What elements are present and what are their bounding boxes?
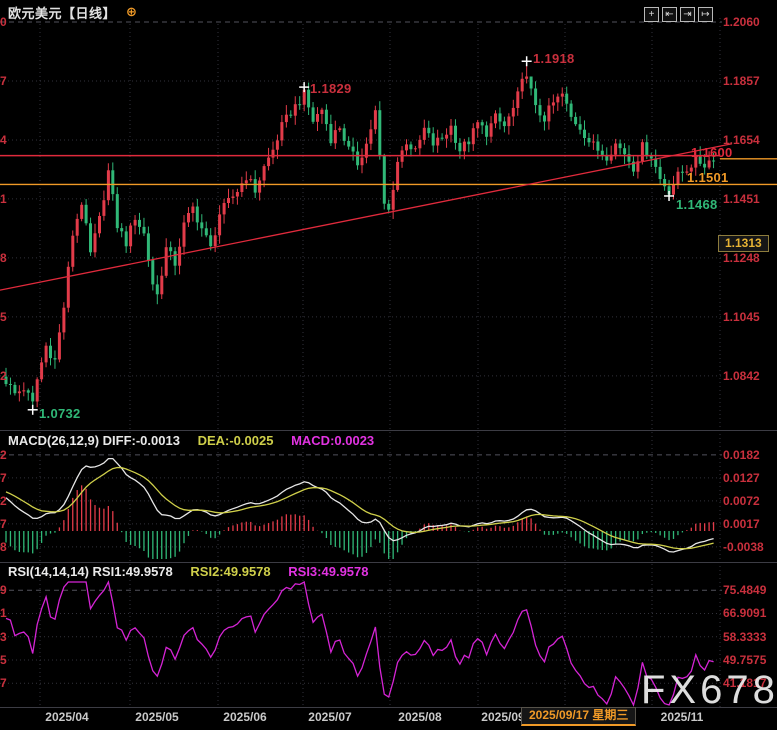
macd-diff-value: MACD(26,12,9) DIFF:-0.0013 xyxy=(8,433,180,448)
y-axis-label-clipped: 7 xyxy=(0,471,10,485)
low-annotation-1468: 1.1468 xyxy=(676,197,718,212)
y-axis-label: 0.0127 xyxy=(723,471,777,485)
rsi2-value: RSI2:49.9578 xyxy=(190,564,270,579)
chart-title: 欧元美元【日线】 xyxy=(8,3,116,22)
y-axis-label: 49.7575 xyxy=(723,653,777,667)
y-axis-label-clipped: 5 xyxy=(0,310,10,324)
expand-icon[interactable]: ⊕ xyxy=(126,4,137,20)
x-axis-label: 2025/04 xyxy=(32,710,102,724)
chart-canvas[interactable] xyxy=(0,0,777,730)
trading-chart-window: { "title_bar": { "title": "欧元美元【日线】", "e… xyxy=(0,0,777,730)
y-axis-label: 0.0182 xyxy=(723,448,777,462)
y-axis-label: 1.1248 xyxy=(723,251,777,265)
y-axis-label-clipped: 8 xyxy=(0,251,10,265)
jump-to-latest-icon[interactable]: ↦ xyxy=(698,7,713,22)
y-axis-label-clipped: 5 xyxy=(0,653,10,667)
crosshair-price-box: 1.1313 xyxy=(718,235,769,252)
y-axis-label: 1.1451 xyxy=(723,192,777,206)
y-axis-label-clipped: 7 xyxy=(0,74,10,88)
y-axis-label: 0.0017 xyxy=(723,517,777,531)
x-axis-label: 2025/07 xyxy=(295,710,365,724)
y-axis-label-clipped: 2 xyxy=(0,494,10,508)
crosshair-date-box: 2025/09/17 星期三 xyxy=(521,707,636,726)
low-annotation-0732: 1.0732 xyxy=(39,406,81,421)
scale-right-icon[interactable]: ⇥ xyxy=(680,7,695,22)
y-axis-label-clipped: 7 xyxy=(0,517,10,531)
high-annotation-1829: 1.1829 xyxy=(310,81,352,96)
support-level-label: 1.1501 xyxy=(687,170,729,185)
fx678-watermark: FX678 xyxy=(641,668,777,713)
y-axis-label: 58.3333 xyxy=(723,630,777,644)
y-axis-label-clipped: 4 xyxy=(0,133,10,147)
y-axis-label-clipped: 9 xyxy=(0,583,10,597)
y-axis-label: -0.0038 xyxy=(723,540,777,554)
macd-macd-value: MACD:0.0023 xyxy=(291,433,374,448)
y-axis-label: 0.0072 xyxy=(723,494,777,508)
y-axis-label-clipped: 3 xyxy=(0,630,10,644)
rsi3-value: RSI3:49.9578 xyxy=(288,564,368,579)
y-axis-label-clipped: 1 xyxy=(0,192,10,206)
y-axis-label: 1.0842 xyxy=(723,369,777,383)
x-axis-label: 2025/08 xyxy=(385,710,455,724)
macd-header: MACD(26,12,9) DIFF:-0.0013 DEA:-0.0025 M… xyxy=(8,433,388,448)
y-axis-label-clipped: 8 xyxy=(0,540,10,554)
y-axis-label: 66.9091 xyxy=(723,606,777,620)
crosshair-tool-icon[interactable]: + xyxy=(644,7,659,22)
y-axis-label: 1.1045 xyxy=(723,310,777,324)
scale-left-icon[interactable]: ⇤ xyxy=(662,7,677,22)
y-axis-label-clipped: 2 xyxy=(0,369,10,383)
x-axis-label: 2025/06 xyxy=(210,710,280,724)
macd-dea-value: DEA:-0.0025 xyxy=(198,433,274,448)
high-annotation-1918: 1.1918 xyxy=(533,51,575,66)
chart-toolbar: + ⇤ ⇥ ↦ xyxy=(644,7,713,22)
rsi1-value: RSI(14,14,14) RSI1:49.9578 xyxy=(8,564,173,579)
y-axis-label: 75.4849 xyxy=(723,583,777,597)
y-axis-label-clipped: 7 xyxy=(0,676,10,690)
rsi-header: RSI(14,14,14) RSI1:49.9578 RSI2:49.9578 … xyxy=(8,564,383,579)
x-axis-label: 2025/05 xyxy=(122,710,192,724)
y-axis-label: 1.1857 xyxy=(723,74,777,88)
y-axis-label-clipped: 1 xyxy=(0,606,10,620)
y-axis-label-clipped: 2 xyxy=(0,448,10,462)
resistance-level-label: 1.1600 xyxy=(691,145,733,160)
